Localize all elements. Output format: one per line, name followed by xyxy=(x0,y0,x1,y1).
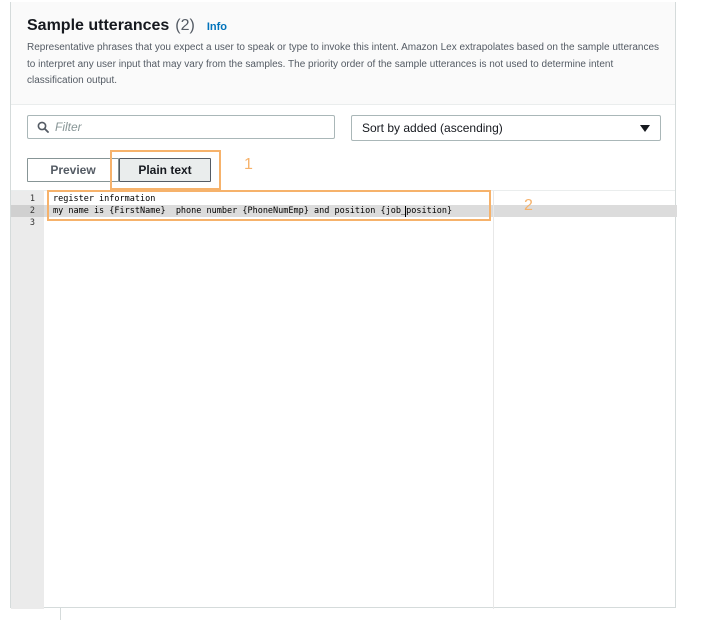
sort-select[interactable]: Sort by added (ascending) xyxy=(351,115,661,141)
caret-down-icon xyxy=(640,124,650,132)
code-editor[interactable]: 1 2 3 register information my name is {F… xyxy=(11,190,677,609)
panel-description: Representative phrases that you expect a… xyxy=(27,42,660,86)
tab-preview[interactable]: Preview xyxy=(27,158,119,182)
search-icon xyxy=(37,121,49,133)
sort-selected-value: Sort by added (ascending) xyxy=(362,121,503,135)
filter-field[interactable] xyxy=(27,115,335,139)
info-link[interactable]: Info xyxy=(207,21,227,33)
annotation-label-2: 2 xyxy=(524,197,533,214)
line-number: 3 xyxy=(29,218,35,228)
print-margin xyxy=(493,191,494,609)
code-line[interactable]: register information xyxy=(53,193,155,205)
line-number: 2 xyxy=(29,206,35,216)
editor-gutter xyxy=(11,191,44,609)
filter-input[interactable] xyxy=(55,120,315,134)
panel-header: Sample utterances (2) Info Representativ… xyxy=(11,2,675,105)
annotation-label-1: 1 xyxy=(244,156,253,173)
title-row: Sample utterances (2) Info xyxy=(27,17,227,35)
divider xyxy=(60,608,61,620)
text-cursor xyxy=(405,206,406,217)
sample-utterances-panel: Sample utterances (2) Info Representativ… xyxy=(10,2,677,609)
utterance-count: (2) xyxy=(175,17,195,34)
panel-title: Sample utterances xyxy=(27,17,170,34)
tab-plain-text[interactable]: Plain text xyxy=(119,158,211,182)
line-number: 1 xyxy=(29,194,35,204)
code-line[interactable]: my name is {FirstName} phone number {Pho… xyxy=(53,205,452,217)
